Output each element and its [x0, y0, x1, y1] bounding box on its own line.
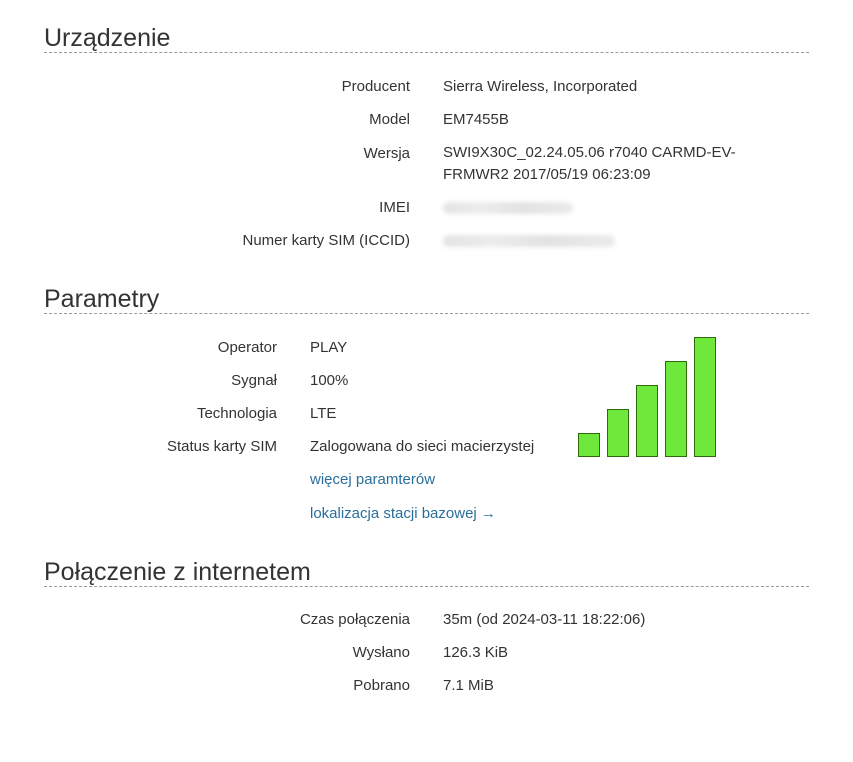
label-received: Pobrano [353, 677, 410, 694]
section-title-internet-connection: Połączenie z internetem [44, 558, 809, 587]
section-title-parameters: Parametry [44, 285, 809, 314]
label-sent: Wysłano [352, 644, 410, 661]
label-version: Wersja [363, 145, 410, 162]
value-model: EM7455B [443, 111, 509, 128]
value-imei-redacted [443, 202, 573, 214]
label-sim-status: Status karty SIM [166, 438, 277, 455]
signal-bar-4 [665, 361, 687, 457]
value-sim-status: Zalogowana do sieci macierzystej [310, 438, 535, 455]
signal-bar-3 [636, 385, 658, 457]
label-iccid: Numer karty SIM (ICCID) [242, 232, 410, 249]
value-technology: LTE [310, 405, 337, 422]
value-received: 7.1 MiB [443, 677, 494, 694]
label-model: Model [369, 111, 410, 128]
label-operator: Operator [217, 339, 277, 356]
signal-bar-1 [578, 433, 600, 457]
label-connection-time: Czas połączenia [299, 611, 410, 628]
signal-bar-2 [607, 409, 629, 457]
value-iccid-redacted [443, 235, 615, 247]
section-title-device: Urządzenie [44, 24, 809, 53]
value-signal: 100% [310, 372, 349, 389]
signal-strength-indicator [578, 337, 718, 457]
label-manufacturer: Producent [341, 78, 410, 95]
label-imei: IMEI [379, 199, 410, 216]
value-sent: 126.3 KiB [443, 644, 509, 661]
value-version: SWI9X30C_02.24.05.06 r7040 CARMD-EV-FRMW… [443, 144, 736, 183]
value-operator: PLAY [310, 339, 348, 356]
value-connection-time: 35m (od 2024-03-11 18:22:06) [443, 611, 646, 628]
label-technology: Technologia [196, 405, 277, 422]
base-station-location-link[interactable]: lokalizacja stacji bazowej → [310, 505, 496, 522]
more-parameters-link[interactable]: więcej paramterów [310, 471, 435, 488]
label-signal: Sygnał [231, 372, 277, 389]
signal-bar-5 [694, 337, 716, 457]
value-manufacturer: Sierra Wireless, Incorporated [443, 78, 638, 95]
